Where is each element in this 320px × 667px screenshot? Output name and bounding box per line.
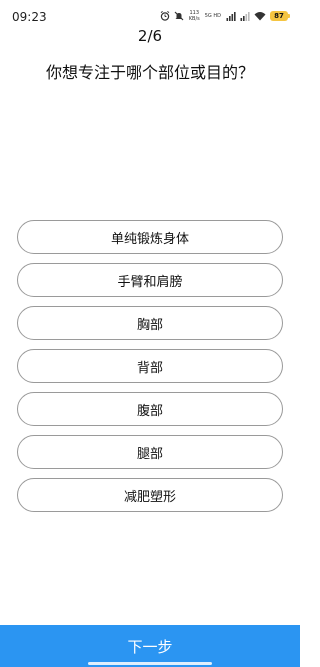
alarm-icon [160, 9, 170, 23]
battery-cap [288, 14, 290, 18]
option-fitness-button[interactable]: 单纯锻炼身体 [17, 220, 283, 254]
network-speed: 113 KB/s [189, 10, 200, 22]
question-title: 你想专注于哪个部位或目的？ [45, 63, 254, 82]
option-chest-button[interactable]: 胸部 [17, 306, 283, 340]
signal-icon [240, 9, 250, 23]
wifi-icon [254, 9, 266, 23]
option-legs-button[interactable]: 腿部 [17, 435, 283, 469]
status-time: 09:23 [12, 10, 47, 24]
network-type: 5G HD [204, 13, 221, 19]
option-back-button[interactable]: 背部 [17, 349, 283, 383]
mute-icon [174, 9, 184, 23]
options-list: 单纯锻炼身体 手臂和肩膀 胸部 背部 腹部 腿部 减肥塑形 [17, 220, 283, 521]
next-button[interactable]: 下一步 [0, 625, 300, 667]
signal-icon [226, 9, 236, 23]
step-counter: 2/6 [137, 27, 163, 45]
option-weight-loss-button[interactable]: 减肥塑形 [17, 478, 283, 512]
option-arms-shoulders-button[interactable]: 手臂和肩膀 [17, 263, 283, 297]
home-indicator[interactable] [88, 662, 212, 665]
network-speed-unit: KB/s [188, 16, 200, 22]
status-icons: 113 KB/s 5G HD 87 [160, 9, 290, 23]
battery-icon: 87 [270, 11, 290, 21]
option-abs-button[interactable]: 腹部 [17, 392, 283, 426]
battery-level: 87 [270, 11, 288, 21]
